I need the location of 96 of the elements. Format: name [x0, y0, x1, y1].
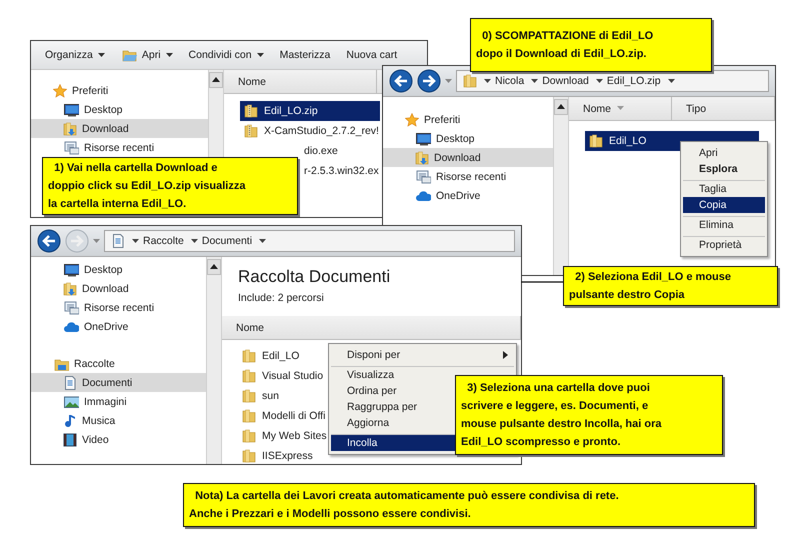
caret-icon — [98, 52, 105, 58]
caret-icon — [93, 238, 100, 244]
folder-icon — [242, 389, 256, 403]
caret-icon — [668, 78, 675, 84]
nav-item[interactable]: Video — [31, 430, 206, 449]
file-item[interactable]: Edil_LO.zip — [240, 101, 380, 121]
breadcrumb-link[interactable]: Edil_LO.zip — [606, 75, 661, 87]
film-icon — [63, 432, 77, 446]
nav-item[interactable]: Immagini — [31, 392, 206, 411]
back-button[interactable] — [37, 229, 61, 253]
instruction-tooltip: 3) Seleziona una cartella dove puoi scrivere e leggere, es. Documenti, e mouse pulsante destro Incolla, hai ora Edil_LO scompresso e pronto. — [455, 375, 723, 455]
library-subtitle: Include: 2 percorsi — [237, 291, 325, 306]
caret-icon — [617, 106, 624, 111]
forward-button[interactable] — [417, 69, 441, 93]
caret-icon — [445, 78, 452, 84]
nav-item[interactable]: OneDrive — [383, 186, 553, 205]
music-note-icon — [63, 414, 77, 428]
scroll-up-icon[interactable] — [554, 99, 568, 115]
zip-folder-icon — [244, 104, 258, 118]
toolbar-button[interactable]: Apri — [120, 48, 173, 62]
nav-item[interactable]: Risorse recenti — [31, 138, 208, 157]
nav-item[interactable]: Musica — [31, 411, 206, 430]
caret-icon — [132, 238, 139, 244]
toolbar-button[interactable]: Masterizza — [280, 49, 330, 61]
instruction-tooltip: 1) Vai nella cartella Download e doppio click su Edil_LO.zip visualizza la cartella interna Edil_LO. — [42, 157, 298, 215]
download-folder-icon — [63, 122, 77, 136]
instruction-tooltip: 2) Seleziona Edil_LO e mouse pulsante destro Copia — [563, 266, 778, 306]
recent-places-icon — [63, 300, 79, 314]
download-folder-icon — [63, 282, 77, 296]
nav-item[interactable]: Download — [31, 119, 208, 138]
download-folder-icon — [415, 150, 429, 164]
scroll-up-icon[interactable] — [209, 72, 223, 88]
cloud-icon — [415, 188, 431, 202]
caret-icon — [484, 78, 491, 84]
column-header[interactable]: Nome — [222, 316, 521, 339]
toolbar-button[interactable]: Organizza — [45, 49, 105, 61]
leader-line — [521, 279, 565, 285]
instruction-tooltip: 0) SCOMPATTAZIONE di Edil_LO dopo il Download di Edil_LO.zip. — [470, 18, 712, 72]
back-button[interactable] — [389, 69, 413, 93]
file-item[interactable]: X-CamStudio_2.7.2_rev! — [240, 121, 380, 141]
folder-icon — [242, 409, 256, 423]
caret-icon — [531, 78, 538, 84]
breadcrumb-link[interactable]: Documenti — [202, 235, 252, 247]
menu-item[interactable]: Disponi per — [331, 347, 514, 363]
menu-item[interactable]: Elimina — [683, 216, 765, 233]
caret-icon — [596, 78, 603, 84]
address-field[interactable]: Raccolte Documenti — [104, 230, 515, 252]
document-icon — [63, 376, 77, 390]
folder-icon — [242, 369, 256, 383]
instruction-tooltip: Nota) La cartella dei Lavori creata automaticamente può essere condivisa di rete. Anche i Prezzari e i Modelli possono essere condivisi. — [183, 483, 755, 527]
caret-icon — [259, 238, 266, 244]
zip-folder-icon — [244, 124, 258, 138]
toolbar-button[interactable]: Nuova cart — [346, 49, 398, 61]
monitor-icon — [63, 102, 79, 116]
monitor-icon — [63, 262, 79, 276]
nav-item[interactable]: Preferiti — [31, 81, 208, 100]
caret-icon — [256, 52, 264, 58]
monitor-icon — [415, 132, 431, 146]
recent-places-icon — [63, 140, 79, 154]
cloud-icon — [63, 320, 79, 334]
nav-item[interactable]: OneDrive — [31, 317, 206, 336]
breadcrumb-link[interactable]: Nicola — [495, 75, 524, 87]
nav-item[interactable]: Documenti — [31, 373, 206, 392]
pictures-icon — [63, 394, 79, 408]
nav-item[interactable]: Raccolte — [31, 354, 206, 373]
nav-item[interactable]: Download — [383, 148, 553, 167]
nav-item[interactable]: Risorse recenti — [31, 298, 206, 317]
toolbar-button[interactable]: Condividi con — [188, 49, 264, 61]
submenu-arrow-icon — [503, 351, 508, 359]
breadcrumb-link[interactable]: Raccolte — [143, 235, 184, 247]
nav-item[interactable]: Preferiti — [383, 110, 553, 129]
recent-places-icon — [415, 170, 431, 184]
document-icon — [111, 234, 125, 248]
menu-item[interactable]: Copia — [683, 197, 765, 213]
breadcrumb-link[interactable]: Download — [542, 75, 589, 87]
library-title: Raccolta Documenti — [237, 266, 392, 287]
nav-item[interactable]: Desktop — [31, 100, 208, 119]
library-folder-icon — [53, 356, 69, 370]
star-icon — [53, 84, 67, 98]
scroll-up-icon[interactable] — [207, 259, 221, 275]
column-header[interactable]: Nome — [224, 70, 377, 93]
folder-icon — [242, 449, 256, 463]
nav-item[interactable]: Download — [31, 279, 206, 298]
folder-icon — [242, 429, 256, 443]
nav-item[interactable]: Desktop — [31, 260, 206, 279]
column-header[interactable]: Nome — [569, 97, 672, 120]
menu-item[interactable]: Proprietà — [683, 236, 765, 253]
folder-icon — [589, 134, 603, 148]
column-header[interactable]: Tipo — [672, 97, 775, 120]
caret-icon — [166, 52, 173, 58]
folder-icon — [242, 349, 256, 363]
folder-icon — [463, 74, 477, 88]
star-icon — [405, 112, 419, 126]
open-folder-icon — [120, 48, 137, 62]
caret-icon — [190, 238, 198, 244]
menu-item[interactable]: Esplora — [683, 161, 765, 177]
